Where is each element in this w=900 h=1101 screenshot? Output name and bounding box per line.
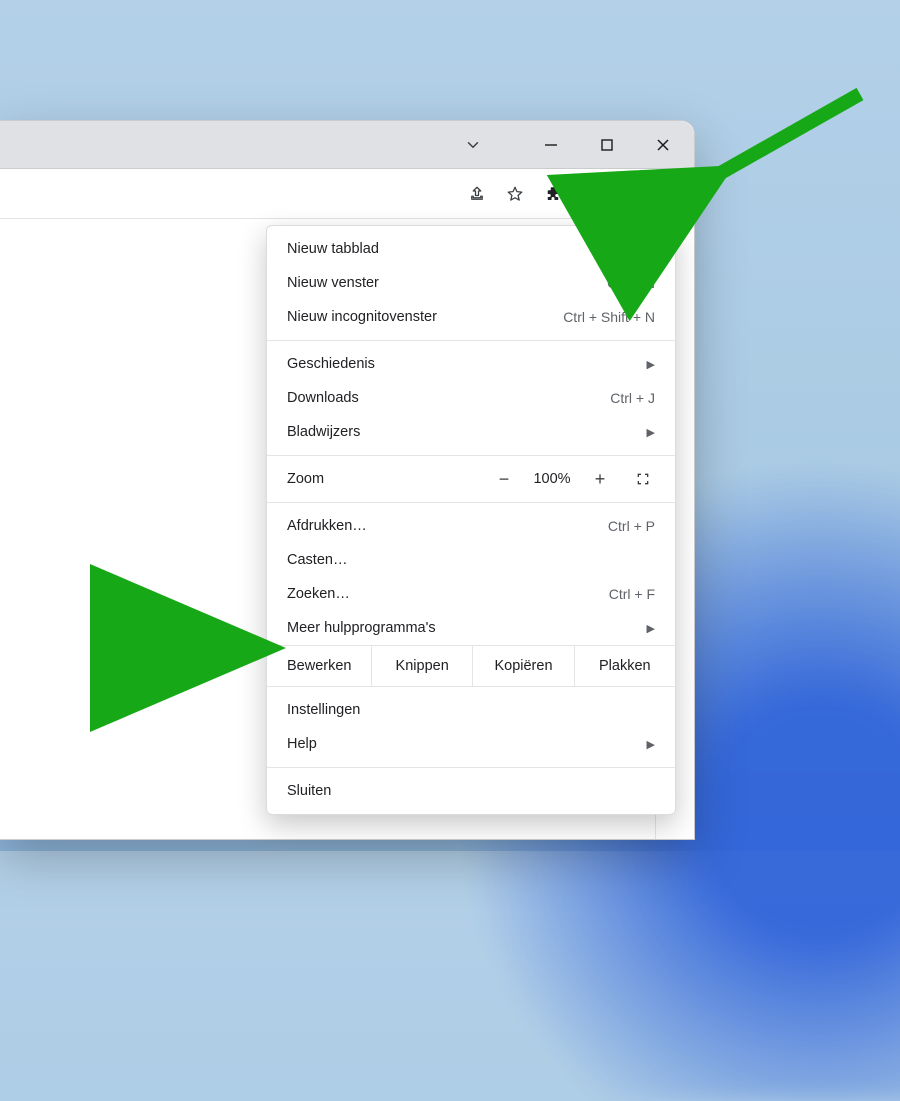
menu-item-shortcut: Ctrl + Shift + N [563, 309, 655, 325]
star-icon [506, 185, 524, 203]
menu-item-label: Nieuw incognitovenster [287, 309, 563, 325]
menu-item-label: Zoeken… [287, 586, 609, 602]
more-menu-button[interactable] [650, 177, 684, 211]
annotation-arrow-to-more-menu [690, 84, 880, 204]
sidepanel-icon [582, 185, 600, 203]
menu-item-label: Geschiedenis [287, 356, 639, 372]
menu-cast[interactable]: Casten… [267, 543, 675, 577]
submenu-arrow-icon: ▶ [647, 426, 655, 439]
menu-item-shortcut: Ctrl + J [610, 390, 655, 406]
menu-zoom-row: Zoom − 100% + [267, 462, 675, 496]
menu-item-label: Casten… [287, 552, 655, 568]
menu-item-label: Meer hulpprogramma's [287, 620, 639, 636]
menu-print[interactable]: Afdrukken… Ctrl + P [267, 509, 675, 543]
share-button[interactable] [460, 177, 494, 211]
menu-bookmarks[interactable]: Bladwijzers ▶ [267, 415, 675, 449]
menu-find[interactable]: Zoeken… Ctrl + F [267, 577, 675, 611]
window-maximize-button[interactable] [584, 129, 630, 161]
profile-button[interactable] [612, 177, 646, 211]
share-icon [468, 185, 486, 203]
menu-history[interactable]: Geschiedenis ▶ [267, 347, 675, 381]
tab-strip [0, 121, 694, 169]
tab-search-dropdown[interactable] [458, 130, 488, 160]
menu-item-label: Afdrukken… [287, 518, 608, 534]
menu-settings[interactable]: Instellingen [267, 693, 675, 727]
browser-window: Nieuw tabblad Ctrl + T Nieuw venster Ctr… [0, 120, 695, 840]
fullscreen-button[interactable] [621, 471, 665, 487]
menu-item-label: Downloads [287, 390, 610, 406]
zoom-controls: − 100% + [483, 462, 665, 496]
menu-new-tab[interactable]: Nieuw tabblad Ctrl + T [267, 232, 675, 266]
edit-cut-button[interactable]: Knippen [371, 646, 472, 686]
profile-icon [620, 185, 638, 203]
more-vert-icon [658, 185, 676, 203]
menu-edit-row: Bewerken Knippen Kopiëren Plakken [267, 645, 675, 687]
zoom-out-button[interactable]: − [483, 462, 525, 496]
menu-exit[interactable]: Sluiten [267, 774, 675, 808]
submenu-arrow-icon: ▶ [647, 622, 655, 635]
menu-new-incognito[interactable]: Nieuw incognitovenster Ctrl + Shift + N [267, 300, 675, 334]
puzzle-icon [544, 185, 562, 203]
extensions-button[interactable] [536, 177, 570, 211]
chrome-main-menu: Nieuw tabblad Ctrl + T Nieuw venster Ctr… [266, 225, 676, 815]
edit-copy-button[interactable]: Kopiëren [472, 646, 573, 686]
sidepanel-button[interactable] [574, 177, 608, 211]
browser-toolbar [0, 169, 694, 219]
menu-edit-label: Bewerken [267, 658, 371, 674]
submenu-arrow-icon: ▶ [647, 738, 655, 751]
menu-separator [267, 340, 675, 341]
window-minimize-button[interactable] [528, 129, 574, 161]
bookmark-star-button[interactable] [498, 177, 532, 211]
menu-item-shortcut: Ctrl + P [608, 518, 655, 534]
zoom-value: 100% [525, 471, 579, 487]
menu-more-tools[interactable]: Meer hulpprogramma's ▶ [267, 611, 675, 645]
menu-item-shortcut: Ctrl + F [609, 586, 655, 602]
menu-downloads[interactable]: Downloads Ctrl + J [267, 381, 675, 415]
menu-item-label: Help [287, 736, 639, 752]
menu-item-label: Sluiten [287, 783, 655, 799]
submenu-arrow-icon: ▶ [647, 358, 655, 371]
edit-paste-button[interactable]: Plakken [574, 646, 675, 686]
menu-zoom-label: Zoom [287, 471, 483, 487]
menu-item-label: Bladwijzers [287, 424, 639, 440]
menu-separator [267, 767, 675, 768]
window-close-button[interactable] [640, 129, 686, 161]
fullscreen-icon [635, 471, 651, 487]
menu-item-label: Nieuw tabblad [287, 241, 609, 257]
menu-separator [267, 502, 675, 503]
menu-new-window[interactable]: Nieuw venster Ctrl + N [267, 266, 675, 300]
menu-item-label: Instellingen [287, 702, 655, 718]
menu-item-label: Nieuw venster [287, 275, 607, 291]
menu-separator [267, 455, 675, 456]
menu-item-shortcut: Ctrl + N [607, 275, 655, 291]
zoom-in-button[interactable]: + [579, 462, 621, 496]
menu-help[interactable]: Help ▶ [267, 727, 675, 761]
menu-item-shortcut: Ctrl + T [609, 241, 655, 257]
